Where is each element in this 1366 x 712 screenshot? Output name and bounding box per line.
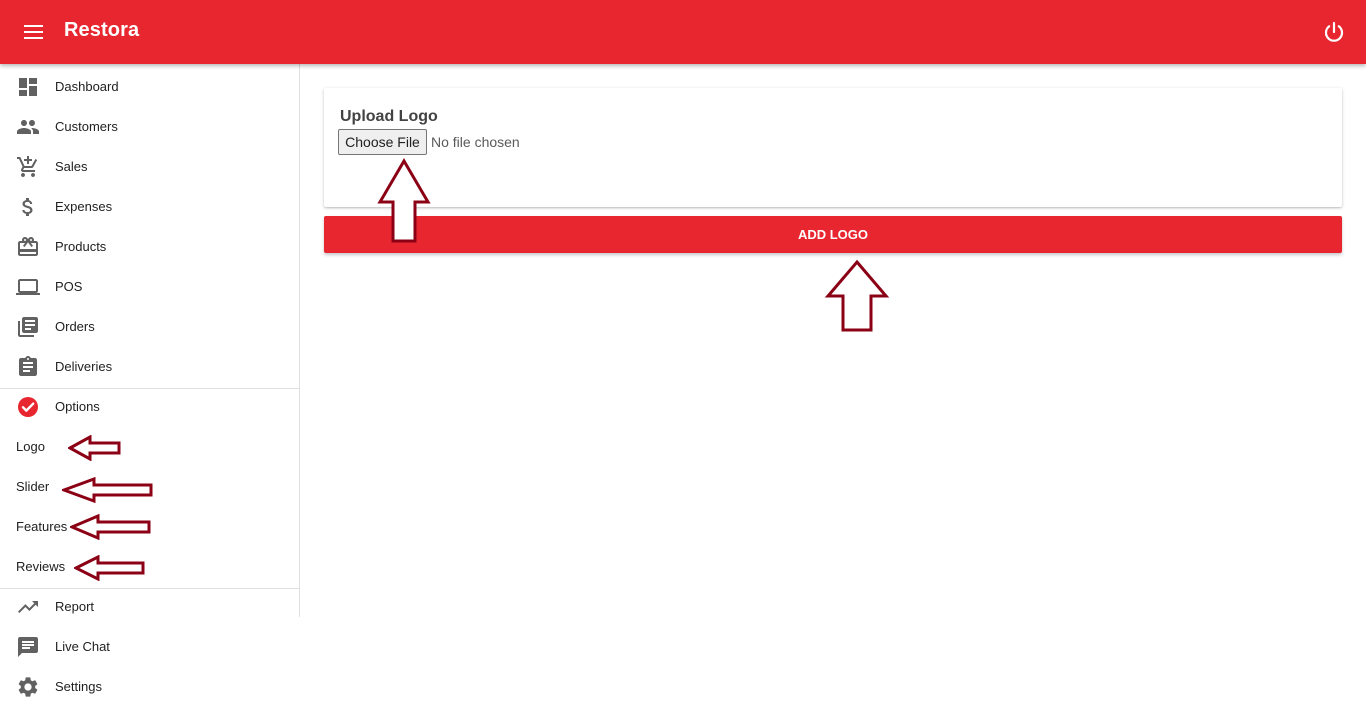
sidebar-item-label: Expenses [55,199,113,214]
sidebar-item-label: Customers [55,119,118,134]
sidebar-item-label: Deliveries [55,359,113,374]
sidebar-item-customers[interactable]: Customers [0,107,299,147]
upload-logo-card: Upload Logo Choose File No file chosen [324,88,1342,207]
annotation-up-arrow-icon [377,158,431,243]
annotation-left-arrow-icon [70,514,151,540]
sidebar-item-label: Live Chat [55,639,110,654]
sidebar-item-orders[interactable]: Orders [0,307,299,347]
sidebar-item-label: Options [55,399,100,414]
trending-up-icon [18,601,38,613]
sidebar-item-label: Features [16,519,68,534]
sidebar-item-sales[interactable]: Sales [0,147,299,187]
sidebar-item-label: Reviews [16,559,66,574]
annotation-left-arrow-icon [68,435,121,461]
card-title: Upload Logo [340,108,438,125]
sidebar-item-deliveries[interactable]: Deliveries [0,347,299,387]
sidebar-item-label: Orders [55,319,95,334]
card-giftcard-icon [18,237,38,256]
sidebar-item-label: Slider [16,479,50,494]
sidebar-item-label: Dashboard [55,79,119,94]
sidebar-item-live-chat[interactable]: Live Chat [0,627,299,667]
annotation-left-arrow-icon [62,477,153,503]
sidebar-subitem-logo[interactable]: Logo [0,427,299,467]
dashboard-icon [19,78,37,96]
sidebar-item-pos[interactable]: POS [0,267,299,307]
sidebar-item-label: POS [55,279,83,294]
check-circle-icon [18,397,38,417]
app-title: Restora [64,19,140,41]
sidebar-item-label: Report [55,599,95,614]
annotation-up-arrow-icon [824,259,890,332]
chat-icon [18,637,38,657]
sidebar-item-expenses[interactable]: Expenses [0,187,299,227]
laptop-icon [16,279,40,295]
sidebar-item-label: Sales [55,159,88,174]
people-icon [17,120,39,134]
sidebar-subitem-reviews[interactable]: Reviews [0,547,299,587]
assignment-icon [19,356,37,376]
settings-icon [18,677,38,697]
dollar-icon [22,198,33,216]
library-books-icon [18,317,38,337]
power-icon[interactable] [1322,20,1346,44]
sidebar-item-label: Products [55,239,107,254]
choose-file-button[interactable]: Choose File [338,129,427,155]
sidebar-item-label: Settings [55,679,102,694]
sidebar-item-products[interactable]: Products [0,227,299,267]
sidebar-item-options[interactable]: Options [0,387,299,427]
app-bar: Restora [0,0,1366,64]
add-shopping-cart-icon [17,156,38,177]
add-logo-button[interactable]: ADD LOGO [324,216,1342,253]
file-status-text: No file chosen [431,134,520,150]
menu-icon[interactable] [22,22,46,42]
sidebar-item-label: Logo [16,439,45,454]
sidebar-item-report[interactable]: Report [0,587,299,627]
sidebar-item-dashboard[interactable]: Dashboard [0,67,299,107]
annotation-left-arrow-icon [74,555,145,581]
sidebar-item-settings[interactable]: Settings [0,667,299,707]
